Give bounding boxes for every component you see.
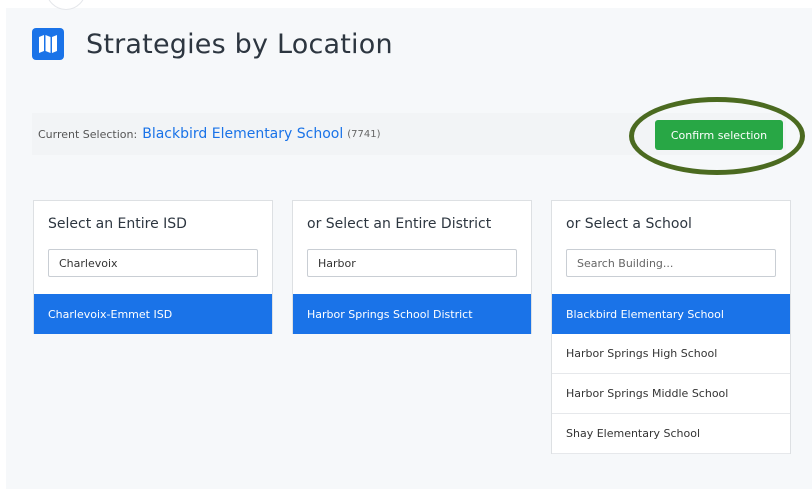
school-list-item[interactable]: Harbor Springs Middle School xyxy=(552,374,790,414)
selection-prefix: Current Selection: xyxy=(38,127,138,141)
isd-search-input[interactable] xyxy=(48,249,258,277)
district-search-input[interactable] xyxy=(307,249,517,277)
school-panel-title: or Select a School xyxy=(566,216,692,232)
isd-panel-title: Select an Entire ISD xyxy=(48,216,187,232)
school-list-item[interactable]: Harbor Springs High School xyxy=(552,334,790,374)
page-title: Strategies by Location xyxy=(86,28,393,60)
school-panel: or Select a School Blackbird Elementary … xyxy=(551,200,791,454)
school-list-item[interactable]: Shay Elementary School xyxy=(552,414,790,454)
isd-list-item[interactable]: Charlevoix-Emmet ISD xyxy=(34,294,272,334)
selection-name: Blackbird Elementary School xyxy=(142,126,344,142)
district-list-item[interactable]: Harbor Springs School District xyxy=(293,294,531,334)
school-list-item[interactable]: Blackbird Elementary School xyxy=(552,294,790,334)
school-search-input[interactable] xyxy=(566,249,776,277)
page-header: Strategies by Location xyxy=(32,26,393,62)
panel-spacer xyxy=(293,277,531,294)
selection-code: (7741) xyxy=(347,128,381,140)
map-icon xyxy=(32,28,64,60)
panel-spacer xyxy=(552,277,790,294)
confirm-selection-button[interactable]: Confirm selection xyxy=(655,120,783,150)
panel-spacer xyxy=(34,277,272,294)
isd-panel: Select an Entire ISD Charlevoix-Emmet IS… xyxy=(33,200,273,334)
district-panel-title: or Select an Entire District xyxy=(307,216,492,232)
district-panel: or Select an Entire District Harbor Spri… xyxy=(292,200,532,334)
